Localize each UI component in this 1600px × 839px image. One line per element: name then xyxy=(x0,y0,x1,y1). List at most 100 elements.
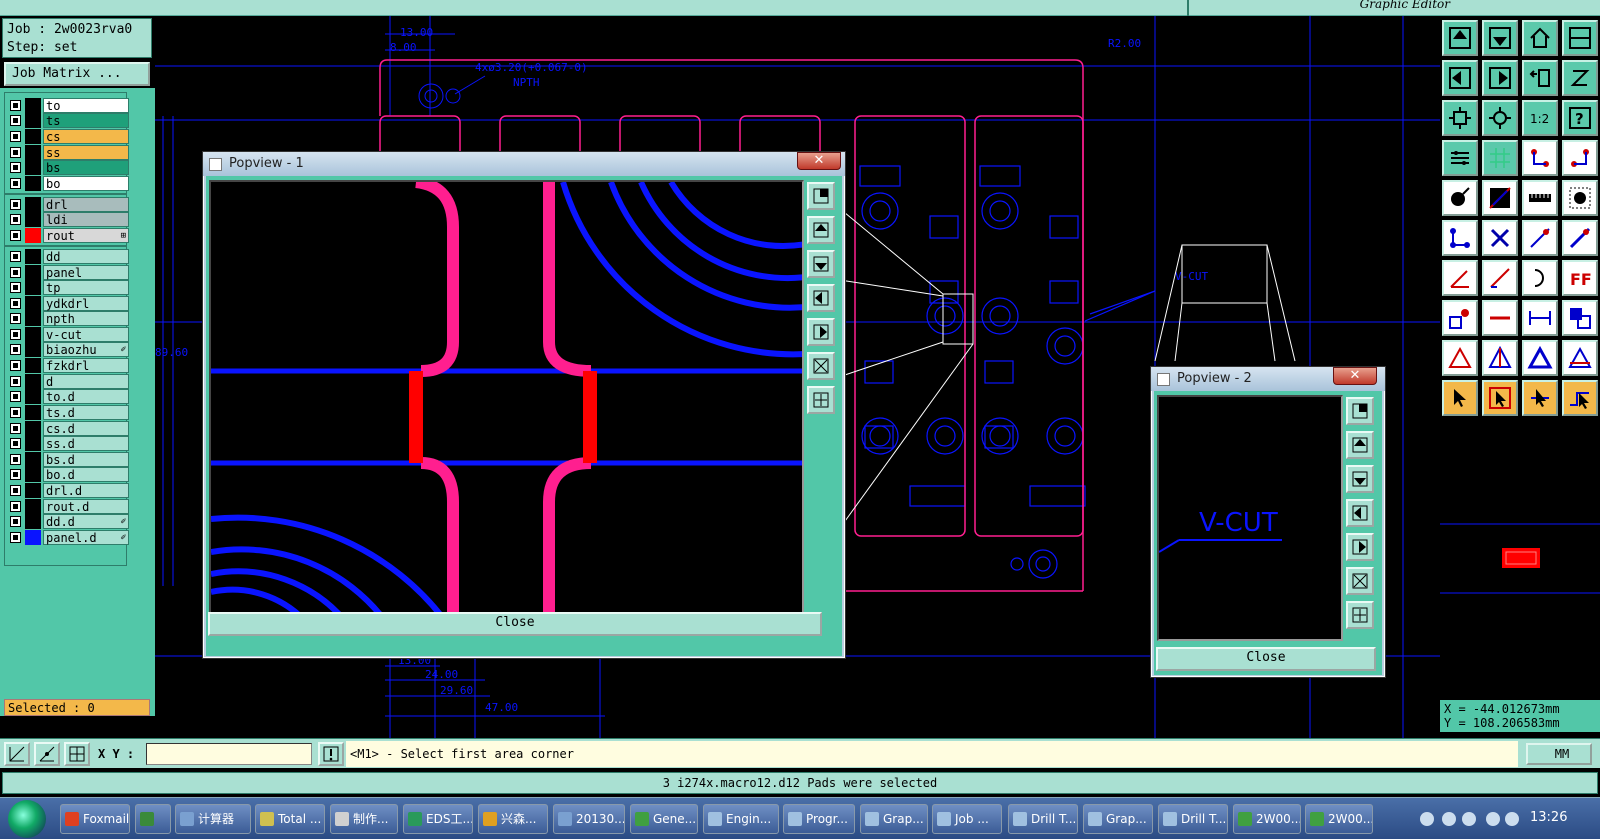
grid-icon[interactable] xyxy=(1482,140,1518,176)
layer-color-swatch[interactable] xyxy=(25,212,41,227)
layer-color-swatch[interactable] xyxy=(25,129,41,144)
layer-color-swatch[interactable] xyxy=(25,113,41,128)
taskbar-item[interactable]: 20130... xyxy=(553,804,625,834)
layer-row[interactable]: v-cut xyxy=(7,327,129,342)
layer-row[interactable]: bo xyxy=(7,176,129,191)
copy-icon[interactable] xyxy=(1562,300,1598,336)
minimap-viewport[interactable] xyxy=(1502,548,1540,568)
layer-name[interactable]: bo.d xyxy=(43,467,129,482)
layer-checkbox[interactable] xyxy=(10,454,21,465)
layer-row[interactable]: bs.d xyxy=(7,452,129,467)
network-icon[interactable] xyxy=(1505,812,1519,826)
taskbar-item[interactable]: Drill T... xyxy=(1008,804,1078,834)
layer-color-swatch[interactable] xyxy=(25,421,41,436)
layer-name[interactable]: drl.d xyxy=(43,483,129,498)
layer-name[interactable]: ss xyxy=(43,145,129,160)
layer-name[interactable]: tp xyxy=(43,280,129,295)
layer-checkbox[interactable] xyxy=(10,115,21,126)
diagonal-icon[interactable] xyxy=(1482,260,1518,296)
layer-name[interactable]: to xyxy=(43,98,129,113)
layer-name[interactable]: d xyxy=(43,374,129,389)
layer-checkbox[interactable] xyxy=(10,199,21,210)
layer-color-swatch[interactable] xyxy=(25,280,41,295)
help-icon[interactable] xyxy=(1442,812,1456,826)
taskbar-item[interactable]: 兴森... xyxy=(478,804,548,834)
layer-checkbox[interactable] xyxy=(10,131,21,142)
pan-left-button[interactable] xyxy=(807,284,835,312)
line-blue-icon[interactable] xyxy=(1562,220,1598,256)
layer-name[interactable]: drl xyxy=(43,197,129,212)
zoom-window-button[interactable] xyxy=(807,182,835,210)
scale-1-2-icon[interactable]: 1:2 xyxy=(1522,100,1558,136)
triangle-icon[interactable] xyxy=(1442,340,1478,376)
layer-name[interactable]: bo xyxy=(43,176,129,191)
layer-color-swatch[interactable] xyxy=(25,483,41,498)
zoom-window-button[interactable] xyxy=(1346,397,1374,425)
net-icon[interactable] xyxy=(1442,220,1478,256)
layer-name[interactable]: bs.d xyxy=(43,452,129,467)
pan-right-button[interactable] xyxy=(807,318,835,346)
select-pointer-icon[interactable] xyxy=(1482,380,1518,416)
layer-checkbox[interactable] xyxy=(10,267,21,278)
layer-row[interactable]: biaozhu ✐ xyxy=(7,342,129,357)
taskbar-item[interactable]: 制作... xyxy=(330,804,398,834)
layer-checkbox[interactable] xyxy=(10,376,21,387)
taskbar-item[interactable]: Grap... xyxy=(1083,804,1153,834)
snap-icon[interactable] xyxy=(1522,140,1558,176)
layer-row[interactable]: ss xyxy=(7,145,129,160)
taskbar-item[interactable]: 计算器 xyxy=(175,804,251,834)
taskbar-item[interactable]: Gene... xyxy=(630,804,698,834)
layer-checkbox[interactable] xyxy=(10,100,21,111)
layer-name[interactable]: bs xyxy=(43,160,129,175)
layer-name[interactable]: ts.d xyxy=(43,405,129,420)
layer-row[interactable]: dd.d ✐ xyxy=(7,514,129,529)
popview-1-close-button[interactable]: Close xyxy=(208,612,822,636)
zoom-in-button[interactable] xyxy=(1346,601,1374,629)
layer-row[interactable]: rout ⊞ xyxy=(7,228,129,243)
alert-button[interactable] xyxy=(318,742,344,766)
layer-row[interactable]: ss.d xyxy=(7,436,129,451)
popview-1-titlebar[interactable]: Popview - 1 xyxy=(203,152,845,176)
taskbar-item[interactable]: Drill T... xyxy=(1158,804,1228,834)
layer-row[interactable]: drl xyxy=(7,197,129,212)
layer-name[interactable]: dd xyxy=(43,249,129,264)
taskbar-item[interactable]: Job ... xyxy=(932,804,1002,834)
settings-icon[interactable] xyxy=(1442,140,1478,176)
layer-checkbox[interactable] xyxy=(10,407,21,418)
layer-color-swatch[interactable] xyxy=(25,176,41,191)
layer-checkbox[interactable] xyxy=(10,214,21,225)
arrow-up-icon[interactable] xyxy=(1486,812,1500,826)
taskbar-item[interactable]: 2W00... xyxy=(1233,804,1301,834)
minimap[interactable] xyxy=(1440,430,1600,680)
layer-row[interactable]: npth xyxy=(7,311,129,326)
taskbar-item[interactable]: 2W00... xyxy=(1305,804,1373,834)
layer-name[interactable]: rout ⊞ xyxy=(43,228,129,243)
layer-name[interactable]: to.d xyxy=(43,389,129,404)
horizontal-line-icon[interactable] xyxy=(1482,300,1518,336)
keyboard-icon[interactable] xyxy=(1420,812,1434,826)
layer-name[interactable]: ts xyxy=(43,113,129,128)
layer-row[interactable]: tp xyxy=(7,280,129,295)
triangle-up-icon[interactable] xyxy=(1482,340,1518,376)
layer-color-swatch[interactable] xyxy=(25,197,41,212)
taskbar-item[interactable]: Progr... xyxy=(783,804,855,834)
layer-checkbox[interactable] xyxy=(10,329,21,340)
layer-checkbox[interactable] xyxy=(10,532,21,543)
triangle-red-icon[interactable] xyxy=(1562,340,1598,376)
layer-checkbox[interactable] xyxy=(10,360,21,371)
job-matrix-button[interactable]: Job Matrix ... xyxy=(4,62,150,86)
home-icon[interactable] xyxy=(1522,20,1558,56)
snap-center-button[interactable] xyxy=(64,742,90,766)
pan-up-button[interactable] xyxy=(807,216,835,244)
text-icon[interactable]: FF xyxy=(1562,260,1598,296)
layer-color-swatch[interactable] xyxy=(25,436,41,451)
layer-name[interactable]: fzkdrl xyxy=(43,358,129,373)
line-red-icon[interactable] xyxy=(1522,220,1558,256)
layer-color-swatch[interactable] xyxy=(25,342,41,357)
layer-row[interactable]: to xyxy=(7,98,129,113)
angle-icon[interactable] xyxy=(1442,260,1478,296)
taskbar-item[interactable]: EDS工... xyxy=(403,804,473,834)
settings-icon[interactable] xyxy=(1462,812,1476,826)
help-icon[interactable]: ? xyxy=(1562,100,1598,136)
move-pointer-icon[interactable] xyxy=(1522,380,1558,416)
